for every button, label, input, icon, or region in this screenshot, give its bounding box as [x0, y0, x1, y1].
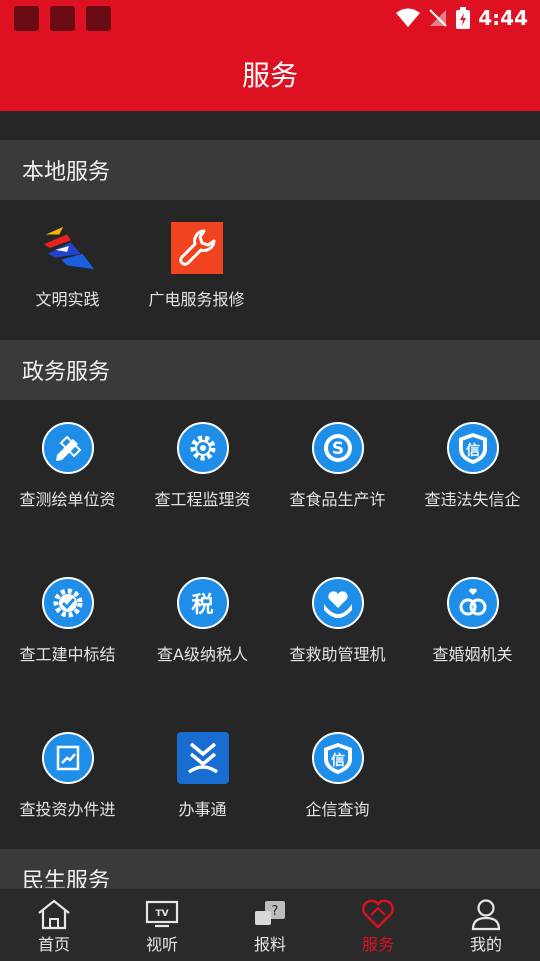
service-tile-bid-results[interactable]: 查工建中标结 — [0, 555, 135, 695]
service-tile-food[interactable]: S 查食品生产许 — [270, 400, 405, 540]
banshitong-logo-icon — [176, 732, 229, 784]
service-label: 企信查询 — [305, 800, 370, 819]
tab-label: 报料 — [253, 935, 286, 954]
service-label: 查工程监理资 — [154, 490, 251, 509]
service-tile-civilization[interactable]: 文明实践 — [0, 200, 135, 340]
service-label: 查婚姻机关 — [432, 645, 513, 664]
notification-icon — [50, 6, 75, 31]
service-label: 查救助管理机 — [289, 645, 386, 664]
pencil-ruler-icon — [41, 422, 94, 474]
tax-icon: 税 — [176, 577, 229, 629]
clock: 4:44 — [478, 6, 528, 30]
heart-icon — [362, 899, 394, 929]
tab-mine[interactable]: 我的 — [432, 889, 540, 961]
tab-service[interactable]: 服务 — [324, 889, 432, 961]
service-tile-taxpayer[interactable]: 税 查A级纳税人 — [135, 555, 270, 695]
gear-icon — [176, 422, 229, 474]
heart-hands-icon — [311, 577, 364, 629]
service-tile-surveying[interactable]: 查测绘单位资 — [0, 400, 135, 540]
svg-text:?: ? — [272, 904, 279, 919]
local-service-grid: 文明实践 广电服务报修 — [0, 200, 540, 340]
home-icon — [38, 899, 70, 930]
service-list[interactable]: 本地服务 文明实践 广电服务报修 政务服务 查测绘单位资 查工程监理资 S 查食… — [0, 111, 540, 888]
service-label: 查投资办件进 — [19, 800, 116, 819]
service-tile-marriage[interactable]: 查婚姻机关 — [405, 555, 540, 695]
section-title: 本地服务 — [22, 160, 111, 185]
service-label: 查测绘单位资 — [19, 490, 116, 509]
service-tile-enterprise-credit[interactable]: 信 企信查询 — [270, 710, 405, 850]
chart-doc-icon — [41, 732, 94, 784]
wrench-repair-icon — [170, 222, 223, 274]
section-title: 政务服务 — [22, 360, 111, 385]
tab-media[interactable]: TV 视听 — [108, 889, 216, 961]
service-tile-investment[interactable]: 查投资办件进 — [0, 710, 135, 850]
civilization-practice-logo-icon — [42, 222, 94, 274]
service-label: 查A级纳税人 — [157, 645, 248, 664]
icon-glyph: 信 — [331, 752, 345, 769]
person-icon — [471, 899, 501, 931]
tab-home[interactable]: 首页 — [0, 889, 108, 961]
title-bar: 服务 — [0, 36, 540, 111]
service-label: 查食品生产许 — [289, 490, 386, 509]
credit-shield-icon: 信 — [446, 422, 499, 474]
service-tile-relief[interactable]: 查救助管理机 — [270, 555, 405, 695]
service-tile-repair[interactable]: 广电服务报修 — [129, 200, 264, 340]
credit-shield-icon: 信 — [311, 732, 364, 784]
government-service-grid: 查测绘单位资 查工程监理资 S 查食品生产许 信 查违法失信企 查工建中标结 税… — [0, 400, 540, 849]
battery-icon — [456, 7, 471, 29]
notification-icon — [14, 6, 39, 31]
service-label: 查工建中标结 — [19, 645, 116, 664]
tv-icon: TV — [145, 900, 179, 928]
service-label: 广电服务报修 — [148, 290, 245, 309]
tab-report[interactable]: ? 报料 — [216, 889, 324, 961]
tab-label: 视听 — [145, 935, 178, 954]
tab-label: 首页 — [37, 935, 70, 954]
wifi-icon — [396, 8, 421, 27]
food-s-icon: S — [311, 422, 364, 474]
svg-text:TV: TV — [155, 909, 168, 919]
bottom-tab-bar: 首页 TV 视听 ? 报料 服务 我的 — [0, 888, 540, 961]
service-label: 文明实践 — [35, 290, 100, 309]
status-bar: 4:44 — [0, 0, 540, 36]
icon-glyph: 税 — [191, 593, 214, 618]
service-tile-engineering[interactable]: 查工程监理资 — [135, 400, 270, 540]
no-signal-icon — [429, 9, 447, 27]
rings-icon — [446, 577, 499, 629]
service-label: 办事通 — [178, 800, 227, 819]
section-header-local: 本地服务 — [0, 140, 540, 200]
icon-glyph: 信 — [466, 442, 480, 459]
section-header-livelihood: 民生服务 — [0, 849, 540, 888]
section-header-government: 政务服务 — [0, 340, 540, 400]
service-tile-banshitong[interactable]: 办事通 — [135, 710, 270, 850]
gear-check-icon — [41, 577, 94, 629]
tab-label: 服务 — [361, 935, 394, 954]
tab-label: 我的 — [469, 935, 502, 954]
svg-text:S: S — [331, 439, 343, 459]
service-label: 查违法失信企 — [424, 490, 521, 509]
notification-icon — [86, 6, 111, 31]
section-title: 民生服务 — [22, 869, 111, 888]
report-chat-icon: ? — [255, 901, 285, 925]
page-title: 服务 — [241, 58, 298, 92]
service-tile-dishonest[interactable]: 信 查违法失信企 — [405, 400, 540, 540]
